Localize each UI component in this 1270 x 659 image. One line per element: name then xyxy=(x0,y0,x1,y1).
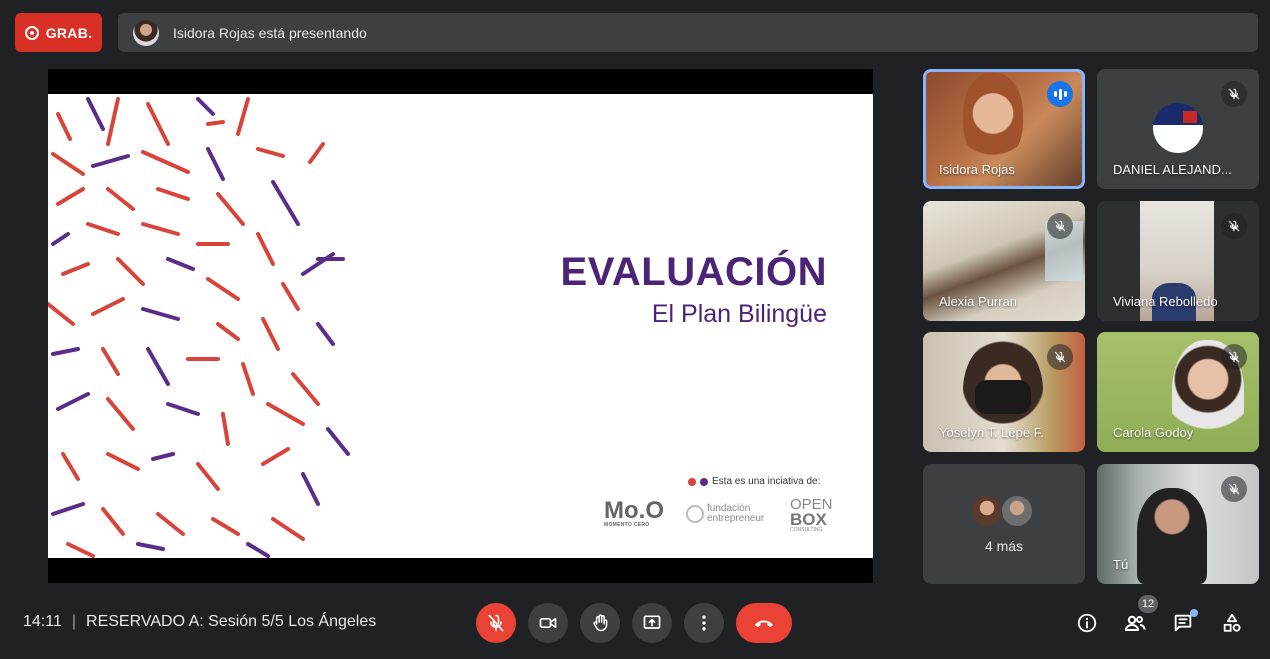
mic-off-icon xyxy=(488,614,504,632)
initiative-note: Esta es una inciativa de: xyxy=(688,476,820,487)
recording-label: GRAB. xyxy=(45,24,93,41)
self-view-tile[interactable]: Tú xyxy=(1097,464,1259,584)
red-dot-icon xyxy=(688,477,696,486)
avatar xyxy=(1000,494,1034,528)
momento-cero-logo: Mo.O MOMENTO CERO xyxy=(604,497,664,529)
presenter-banner: Isidora Rojas está presentando xyxy=(118,13,1258,52)
mic-off-icon xyxy=(1047,213,1073,239)
confetti-decoration xyxy=(48,97,350,558)
purple-dot-icon xyxy=(700,477,708,486)
more-participants-label: 4 más xyxy=(984,538,1024,554)
hand-icon xyxy=(593,614,608,632)
participant-avatars xyxy=(970,494,1034,528)
mic-off-icon xyxy=(1047,344,1073,370)
more-options-button[interactable] xyxy=(684,603,724,643)
mic-off-icon xyxy=(1221,81,1247,107)
presenter-text: Isidora Rojas está presentando xyxy=(173,24,367,41)
raise-hand-button[interactable] xyxy=(580,603,620,643)
participant-name: Tú xyxy=(1113,557,1129,572)
presentation-slide: EVALUACIÓN El Plan Bilingüe Esta es una … xyxy=(48,94,873,558)
meeting-title: RESERVADO A: Sesión 5/5 Los Ángeles xyxy=(86,613,377,630)
speaking-icon xyxy=(1047,81,1073,107)
fundacion-entrepreneur-logo: fundación entrepreneur xyxy=(686,504,764,524)
initiative-text: Esta es una inciativa de: xyxy=(712,476,821,487)
participant-name: Isidora Rojas xyxy=(939,162,1015,177)
present-icon xyxy=(643,615,661,629)
chat-notification-dot xyxy=(1190,609,1198,617)
activities-button[interactable] xyxy=(1214,605,1250,641)
meeting-info: 14:11 | RESERVADO A: Sesión 5/5 Los Ánge… xyxy=(23,613,376,631)
participant-name: Viviana Rebolledo xyxy=(1113,294,1218,309)
openbox-logo: OPEN BOX CONSULTING xyxy=(790,496,833,533)
participant-tile[interactable]: Yoselyn T. Lepe F. xyxy=(923,332,1085,452)
present-screen-button[interactable] xyxy=(632,603,672,643)
people-count-badge: 12 xyxy=(1138,595,1158,613)
participant-tile[interactable]: Isidora Rojas xyxy=(923,69,1085,189)
more-vert-icon xyxy=(702,615,706,631)
camera-toggle-button[interactable] xyxy=(528,603,568,643)
mic-toggle-button[interactable] xyxy=(476,603,516,643)
clock: 14:11 xyxy=(23,613,62,630)
activities-icon xyxy=(1223,613,1241,632)
slide-title: EVALUACIÓN xyxy=(560,250,827,294)
hang-up-icon xyxy=(755,620,773,627)
recording-indicator[interactable]: GRAB. xyxy=(15,13,102,52)
participant-tile[interactable]: Alexia Purran xyxy=(923,201,1085,321)
record-icon xyxy=(24,25,39,40)
avatar xyxy=(970,494,1004,528)
presentation-stage: EVALUACIÓN El Plan Bilingüe Esta es una … xyxy=(48,69,873,583)
more-participants-tile[interactable]: 4 más xyxy=(923,464,1085,584)
mic-off-icon xyxy=(1221,476,1247,502)
separator: | xyxy=(71,613,77,630)
participant-name: Yoselyn T. Lepe F. xyxy=(939,425,1044,440)
people-icon xyxy=(1124,615,1146,631)
end-call-button[interactable] xyxy=(736,603,792,643)
info-icon xyxy=(1077,613,1097,633)
participant-name: DANIEL ALEJAND... xyxy=(1113,162,1232,177)
meeting-details-button[interactable] xyxy=(1069,605,1105,641)
participant-name: Alexia Purran xyxy=(939,294,1018,309)
presenter-avatar xyxy=(133,19,159,46)
participant-tile[interactable]: DANIEL ALEJAND... xyxy=(1097,69,1259,189)
slide-subtitle: El Plan Bilingüe xyxy=(651,300,827,328)
participant-tile[interactable]: Viviana Rebolledo xyxy=(1097,201,1259,321)
bottom-bar: 14:11 | RESERVADO A: Sesión 5/5 Los Ánge… xyxy=(0,595,1270,651)
mic-off-icon xyxy=(1221,213,1247,239)
participant-tile[interactable]: Carola Godoy xyxy=(1097,332,1259,452)
mic-off-icon xyxy=(1221,344,1247,370)
ring-icon xyxy=(686,505,704,523)
camera-icon xyxy=(539,618,557,628)
participant-name: Carola Godoy xyxy=(1113,425,1194,440)
